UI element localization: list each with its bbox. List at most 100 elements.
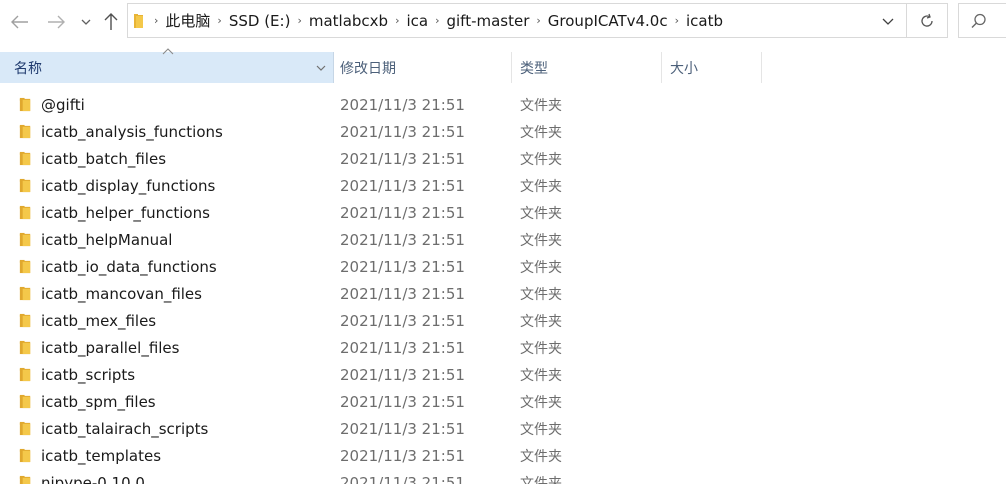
- chevron-down-icon: [81, 19, 91, 25]
- file-type: 文件夹: [520, 124, 562, 141]
- folder-icon: [19, 124, 31, 139]
- file-name: icatb_batch_files: [41, 149, 167, 168]
- forward-button[interactable]: [44, 10, 68, 34]
- file-row[interactable]: icatb_helpManual 2021/11/3 21:51 文件夹: [0, 226, 1006, 253]
- folder-icon: [19, 394, 31, 409]
- file-row[interactable]: icatb_scripts 2021/11/3 21:51 文件夹: [0, 361, 1006, 388]
- file-type: 文件夹: [520, 97, 562, 114]
- folder-icon: [19, 97, 31, 112]
- column-header-label: 名称: [14, 60, 42, 77]
- arrow-right-icon: [48, 15, 65, 29]
- chevron-right-icon[interactable]: ›: [534, 14, 542, 27]
- file-type: 文件夹: [520, 394, 562, 411]
- up-button[interactable]: [100, 10, 122, 34]
- breadcrumb-item[interactable]: SSD (E:): [224, 12, 296, 30]
- file-date-modified: 2021/11/3 21:51: [340, 392, 465, 411]
- file-date-modified: 2021/11/3 21:51: [340, 419, 465, 438]
- file-row[interactable]: icatb_mex_files 2021/11/3 21:51 文件夹: [0, 307, 1006, 334]
- address-history-dropdown[interactable]: [872, 11, 904, 31]
- file-type: 文件夹: [520, 259, 562, 276]
- file-name: icatb_helpManual: [41, 230, 173, 249]
- file-type: 文件夹: [520, 313, 562, 330]
- file-row[interactable]: icatb_mancovan_files 2021/11/3 21:51 文件夹: [0, 280, 1006, 307]
- breadcrumb-item[interactable]: GroupICATv4.0c: [543, 12, 673, 30]
- file-type: 文件夹: [520, 340, 562, 357]
- file-date-modified: 2021/11/3 21:51: [340, 230, 465, 249]
- file-date-modified: 2021/11/3 21:51: [340, 284, 465, 303]
- breadcrumb-item[interactable]: ica: [401, 12, 433, 30]
- folder-icon: [19, 259, 31, 274]
- file-row[interactable]: icatb_analysis_functions 2021/11/3 21:51 文…: [0, 118, 1006, 145]
- breadcrumb-item[interactable]: 此电脑: [160, 10, 215, 31]
- folder-icon: [19, 421, 31, 436]
- file-name: icatb_spm_files: [41, 392, 156, 411]
- column-filter-dropdown[interactable]: [314, 62, 328, 74]
- file-date-modified: 2021/11/3 21:51: [340, 95, 465, 114]
- breadcrumb-item[interactable]: matlabcxb: [304, 12, 393, 30]
- folder-icon: [19, 178, 31, 193]
- file-row[interactable]: @gifti 2021/11/3 21:51 文件夹: [0, 91, 1006, 118]
- file-name: icatb_talairach_scripts: [41, 419, 209, 438]
- back-button[interactable]: [8, 10, 32, 34]
- file-date-modified: 2021/11/3 21:51: [340, 122, 465, 141]
- chevron-down-icon: [882, 18, 894, 25]
- chevron-right-icon[interactable]: ›: [433, 14, 441, 27]
- chevron-right-icon[interactable]: ›: [673, 14, 681, 27]
- sort-ascending-icon: [162, 48, 176, 58]
- chevron-right-icon[interactable]: ›: [215, 14, 223, 27]
- address-bar[interactable]: › 此电脑 › SSD (E:) › matlabcxb › ica › gif…: [127, 3, 907, 38]
- file-row[interactable]: icatb_helper_functions 2021/11/3 21:51 文件夹: [0, 199, 1006, 226]
- arrow-left-icon: [11, 15, 28, 29]
- column-header-label: 大小: [670, 60, 698, 77]
- folder-icon: [19, 286, 31, 301]
- search-icon: [971, 13, 986, 28]
- file-type: 文件夹: [520, 205, 562, 222]
- recent-locations-button[interactable]: [78, 10, 94, 34]
- breadcrumb-item[interactable]: icatb: [681, 12, 728, 30]
- file-type: 文件夹: [520, 421, 562, 438]
- arrow-up-icon: [104, 13, 118, 30]
- folder-icon: [19, 367, 31, 382]
- file-name: icatb_display_functions: [41, 176, 216, 195]
- file-name: icatb_parallel_files: [41, 338, 180, 357]
- file-type: 文件夹: [520, 151, 562, 168]
- file-row[interactable]: icatb_display_functions 2021/11/3 21:51 文件…: [0, 172, 1006, 199]
- chevron-right-icon[interactable]: ›: [295, 14, 303, 27]
- folder-icon: [19, 232, 31, 247]
- chevron-right-icon[interactable]: ›: [152, 14, 160, 27]
- file-row[interactable]: icatb_templates 2021/11/3 21:51 文件夹: [0, 442, 1006, 469]
- column-header-label: 类型: [520, 60, 548, 77]
- search-input[interactable]: [958, 3, 1006, 38]
- refresh-button[interactable]: [907, 3, 948, 38]
- file-name: icatb_scripts: [41, 365, 136, 384]
- file-list: @gifti 2021/11/3 21:51 文件夹 icatb_analysis_f…: [0, 91, 1006, 484]
- file-row[interactable]: nipype-0.10.0 2021/11/3 21:51 文件夹: [0, 469, 1006, 484]
- file-date-modified: 2021/11/3 21:51: [340, 203, 465, 222]
- column-header-type[interactable]: 类型: [512, 52, 662, 83]
- file-name: icatb_analysis_functions: [41, 122, 223, 141]
- column-header-name[interactable]: 名称: [0, 48, 334, 83]
- file-row[interactable]: icatb_talairach_scripts 2021/11/3 21:51 文件…: [0, 415, 1006, 442]
- file-row[interactable]: icatb_io_data_functions 2021/11/3 21:51 文件…: [0, 253, 1006, 280]
- folder-icon: [134, 13, 150, 29]
- file-name: icatb_mex_files: [41, 311, 157, 330]
- file-row[interactable]: icatb_parallel_files 2021/11/3 21:51 文件夹: [0, 334, 1006, 361]
- breadcrumb: › 此电脑 › SSD (E:) › matlabcxb › ica › gif…: [152, 4, 728, 37]
- folder-icon: [19, 448, 31, 463]
- file-type: 文件夹: [520, 448, 562, 465]
- file-name: @gifti: [41, 95, 85, 114]
- file-row[interactable]: icatb_spm_files 2021/11/3 21:51 文件夹: [0, 388, 1006, 415]
- file-date-modified: 2021/11/3 21:51: [340, 446, 465, 465]
- file-date-modified: 2021/11/3 21:51: [340, 473, 465, 484]
- chevron-down-icon: [316, 65, 326, 71]
- file-row[interactable]: icatb_batch_files 2021/11/3 21:51 文件夹: [0, 145, 1006, 172]
- file-date-modified: 2021/11/3 21:51: [340, 257, 465, 276]
- navigation-bar: › 此电脑 › SSD (E:) › matlabcxb › ica › gif…: [0, 0, 1006, 44]
- file-date-modified: 2021/11/3 21:51: [340, 365, 465, 384]
- folder-icon: [19, 205, 31, 220]
- column-header-date-modified[interactable]: 修改日期: [334, 52, 512, 83]
- breadcrumb-item[interactable]: gift-master: [441, 12, 534, 30]
- file-type: 文件夹: [520, 367, 562, 384]
- chevron-right-icon[interactable]: ›: [393, 14, 401, 27]
- column-header-size[interactable]: 大小: [662, 52, 762, 83]
